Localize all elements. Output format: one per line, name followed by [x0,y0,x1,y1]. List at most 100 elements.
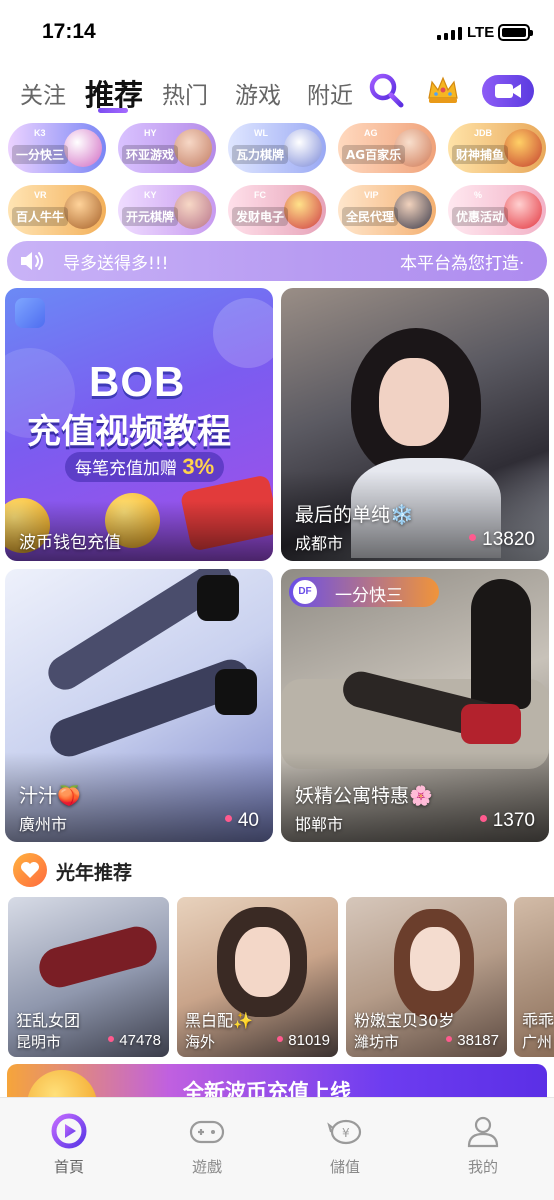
promo-tag-text: 每笔充值加赠 [75,459,177,479]
viewer-count: 13820 [469,529,535,551]
card-city: 成都市 [295,534,344,553]
live-dot-icon [277,1036,284,1043]
fortune-god-icon [504,129,542,167]
viewer-count: 81019 [277,1032,330,1049]
bottom-nav: 首頁 遊戲 ¥ 儲值 我的 [0,1097,554,1200]
game-caishen-fishing[interactable]: JDB 财神捕鱼 [448,123,546,173]
recommend-card[interactable]: 黑白配✨ 海外 81019 [177,897,338,1057]
tab-nearby[interactable]: 附近 [307,76,353,110]
heart-icon [13,853,47,887]
agent-avatar [394,191,432,229]
dice-icon [64,129,102,167]
recharge-banner[interactable]: 全新波币充值上线 [7,1064,547,1098]
live-card[interactable]: 汁汁🍑 廣州市 40 [5,569,273,842]
shoe-shape [197,575,239,621]
live-dot-icon [446,1036,453,1043]
user-icon [467,1116,499,1148]
game-huanya[interactable]: HY 环亚游戏 [118,123,216,173]
recommend-card[interactable]: 粉嫩宝贝30岁 濰坊市 38187 [346,897,507,1057]
card-title: 妖精公寓特惠🌸 [295,785,433,807]
crown-icon[interactable] [425,72,461,108]
game-badge: JDB [474,128,493,138]
card-title: 粉嫩宝贝30岁 [354,1011,455,1030]
live-dot-icon [224,815,232,823]
game-wali[interactable]: WL 瓦力棋牌 [228,123,326,173]
viewer-count-value: 13820 [482,529,535,550]
card-title: 最后的单纯❄️ [295,504,414,526]
figure-shape [34,922,162,992]
viewer-count: 1370 [479,810,535,832]
card-title: 乖乖 [522,1011,554,1030]
game-badge: K3 [34,128,46,138]
card-city: 邯郸市 [295,815,344,834]
status-time: 17:14 [42,20,96,43]
card-city: 昆明市 [16,1033,62,1051]
game-shortcuts: K3 一分快三 HY 环亚游戏 WL 瓦力棋牌 AG AG百家乐 JDB 财神捕… [8,123,548,237]
battery-icon [498,24,533,41]
game-badge: HY [144,128,157,138]
tab-follow[interactable]: 关注 [20,76,66,110]
shoe-shape [215,669,257,715]
card-city: 濰坊市 [354,1033,400,1051]
game-promotions[interactable]: % 优惠活动 [448,185,546,235]
game-chip[interactable]: DF 一分快三 [289,577,439,607]
card-title: 波币钱包充值 [19,533,121,553]
game-label: 全民代理 [342,207,399,226]
nav-profile[interactable]: 我的 [414,1098,552,1200]
card-title: 黑白配✨ [185,1011,253,1030]
skirt-shape [461,704,521,744]
game-quanmin-agent[interactable]: VIP 全民代理 [338,185,436,235]
hair-shape [471,579,531,709]
promo-tag: 每笔充值加赠 3% [65,452,225,482]
hostess-avatar [174,129,212,167]
live-dot-icon [108,1036,115,1043]
tab-active-indicator [98,108,128,113]
speaker-icon [21,252,43,270]
game-label: 一分快三 [12,145,69,164]
tab-games[interactable]: 游戏 [235,76,281,110]
announcement-marquee[interactable]: 导多送得多!!! 本平台為您打造· [7,241,547,281]
nav-deposit[interactable]: ¥ 儲值 [276,1098,414,1200]
game-label: AG百家乐 [342,145,406,164]
tab-hot[interactable]: 热门 [162,76,208,110]
live-card[interactable]: DF 一分快三 妖精公寓特惠🌸 邯郸市 1370 [281,569,549,842]
game-yifen-kuaisan[interactable]: K3 一分快三 [8,123,106,173]
game-label: 发财电子 [232,207,289,226]
game-ag-baccarat[interactable]: AG AG百家乐 [338,123,436,173]
live-dot-icon [469,534,477,542]
card-city: 广州 [522,1033,553,1051]
game-label: 百人牛牛 [12,207,69,226]
recommend-card[interactable]: 乖乖 广州 [514,897,554,1057]
search-icon[interactable] [368,72,404,108]
live-dot-icon [479,815,487,823]
recommend-card[interactable]: 狂乱女团 昆明市 47478 [8,897,169,1057]
svg-text:¥: ¥ [342,1126,350,1140]
promo-card-recharge[interactable]: BOB 充值视频教程 每笔充值加赠 3% 波币钱包充值 [5,288,273,561]
game-label: 优惠活动 [452,207,509,226]
game-facai-slots[interactable]: FC 发财电子 [228,185,326,235]
game-kaiyuan[interactable]: KY 开元棋牌 [118,185,216,235]
video-camera-icon[interactable] [482,75,534,107]
game-bairen-niuniu[interactable]: VR 百人牛牛 [8,185,106,235]
nav-label: 我的 [467,1158,498,1176]
nav-label: 遊戲 [191,1158,222,1176]
card-city: 海外 [185,1033,216,1051]
signal-icon [437,27,462,40]
face-shape [235,927,290,997]
live-card[interactable]: 最后的单纯❄️ 成都市 13820 [281,288,549,561]
viewer-count-value: 1370 [492,810,535,831]
card-title: 狂乱女团 [16,1011,81,1030]
game-badge: WL [254,128,268,138]
game-label: 环亚游戏 [122,145,179,164]
slot-machine-icon [284,191,322,229]
promo-tag-value: 3% [182,454,215,479]
viewer-count-value: 38187 [457,1032,499,1049]
gamepad-icon [189,1120,225,1144]
nav-home[interactable]: 首頁 [0,1098,138,1200]
game-label: 瓦力棋牌 [232,145,289,164]
hostess-avatar [174,191,212,229]
app-logo [15,298,45,328]
viewer-count: 40 [224,810,259,832]
decor-circle [213,298,273,368]
nav-games[interactable]: 遊戲 [138,1098,276,1200]
